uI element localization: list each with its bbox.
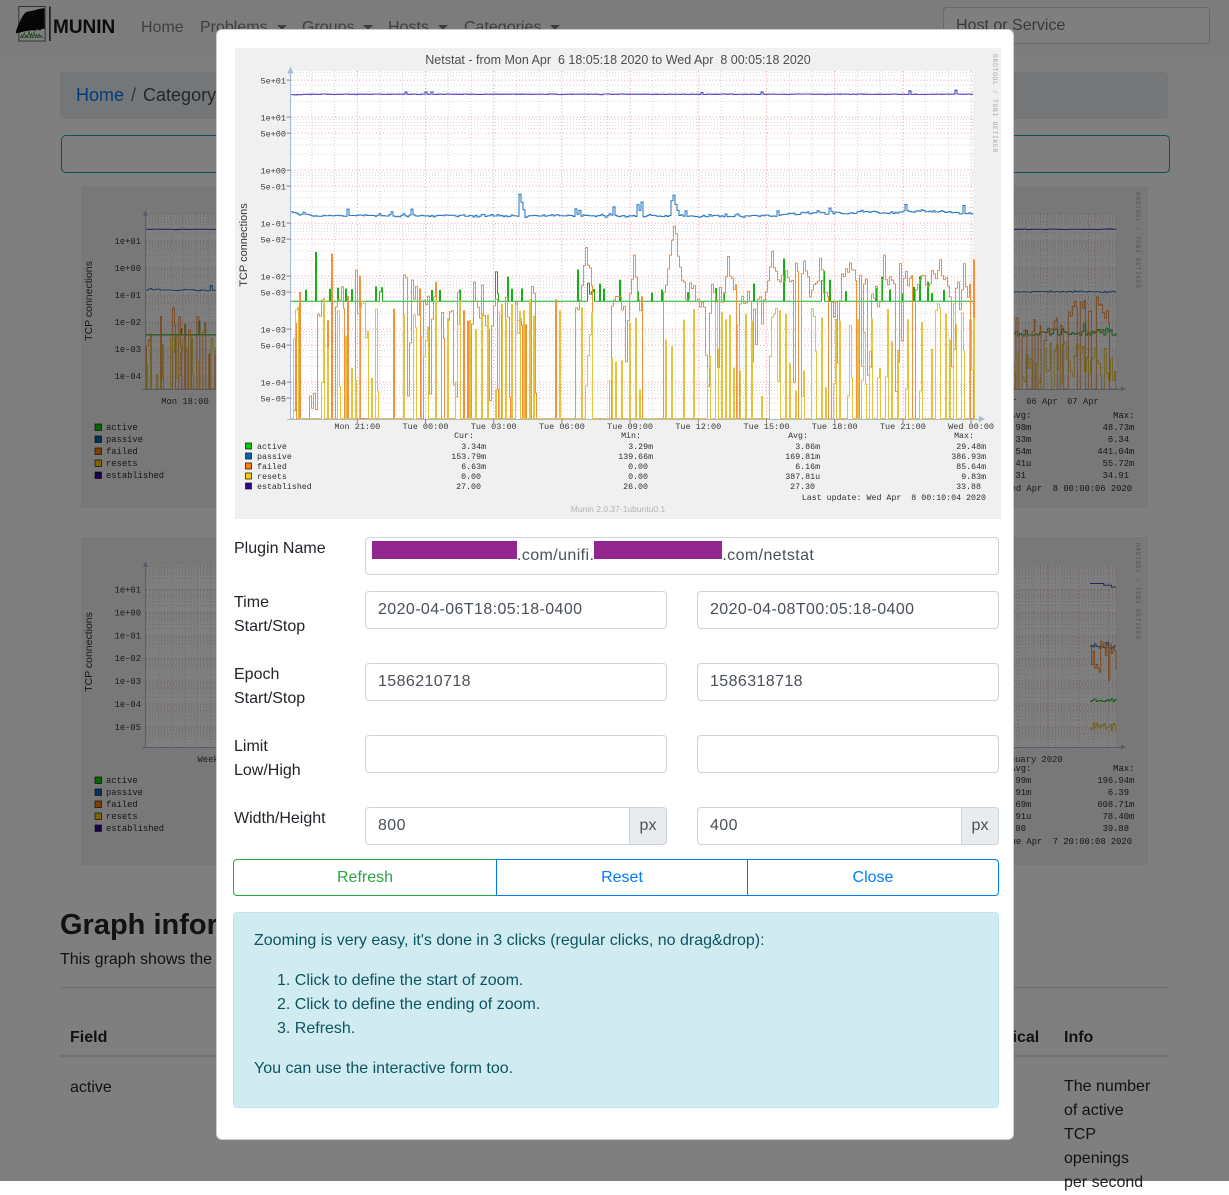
svg-text:169.81m: 169.81m (785, 453, 820, 462)
svg-text:1e+00: 1e+00 (260, 166, 286, 176)
svg-text:resets: resets (257, 473, 287, 482)
svg-text:5e-01: 5e-01 (260, 182, 286, 192)
svg-text:85.64m: 85.64m (956, 463, 986, 472)
svg-text:Max:: Max: (954, 432, 974, 441)
svg-text:5e-05: 5e-05 (260, 394, 286, 404)
svg-text:Tue 18:00: Tue 18:00 (812, 422, 858, 432)
svg-text:5e-04: 5e-04 (260, 341, 286, 351)
svg-text:33.88: 33.88 (956, 483, 981, 492)
svg-text:Tue 06:00: Tue 06:00 (539, 422, 585, 432)
svg-text:0.00: 0.00 (628, 473, 648, 482)
svg-text:27.00: 27.00 (456, 483, 481, 492)
svg-text:3.86m: 3.86m (795, 443, 820, 452)
svg-text:Wed 00:00: Wed 00:00 (948, 422, 994, 432)
svg-text:5e+00: 5e+00 (260, 129, 286, 139)
svg-text:0.00: 0.00 (461, 473, 481, 482)
svg-text:Mon 21:00: Mon 21:00 (334, 422, 380, 432)
svg-text:Min:: Min: (621, 431, 641, 441)
svg-text:Munin 2.0.37-1ubuntu0.1: Munin 2.0.37-1ubuntu0.1 (571, 504, 666, 514)
svg-text:established: established (257, 482, 312, 492)
svg-text:386.93m: 386.93m (951, 453, 986, 462)
svg-text:RRDTOOL / TOBI OETIKER: RRDTOOL / TOBI OETIKER (991, 54, 998, 153)
svg-text:Tue 15:00: Tue 15:00 (744, 422, 790, 432)
svg-text:6.63m: 6.63m (461, 463, 486, 472)
svg-text:1e-03: 1e-03 (260, 325, 286, 335)
svg-text:139.66m: 139.66m (618, 453, 653, 462)
svg-text:9.83m: 9.83m (961, 473, 986, 482)
svg-text:failed: failed (257, 462, 287, 472)
svg-text:active: active (257, 442, 287, 452)
svg-text:5e-03: 5e-03 (260, 288, 286, 298)
svg-text:1e-01: 1e-01 (260, 219, 286, 229)
svg-text:Tue 09:00: Tue 09:00 (607, 422, 653, 432)
svg-text:0.00: 0.00 (628, 463, 648, 472)
svg-text:Tue 12:00: Tue 12:00 (675, 422, 721, 432)
svg-text:6.16m: 6.16m (795, 463, 820, 472)
svg-text:5e+01: 5e+01 (260, 76, 286, 86)
svg-text:Tue 21:00: Tue 21:00 (880, 422, 926, 432)
svg-text:3.34m: 3.34m (461, 443, 486, 452)
svg-text:Tue 00:00: Tue 00:00 (403, 422, 449, 432)
svg-text:153.79m: 153.79m (451, 453, 486, 462)
svg-text:1e-04: 1e-04 (260, 378, 286, 388)
svg-text:29.48m: 29.48m (956, 443, 986, 452)
svg-text:27.30: 27.30 (790, 483, 815, 492)
svg-text:Tue 03:00: Tue 03:00 (471, 422, 517, 432)
svg-text:passive: passive (257, 452, 292, 462)
svg-text:Avg:: Avg: (788, 432, 808, 441)
svg-text:Last update: Wed Apr 8 00:10:: Last update: Wed Apr 8 00:10:04 2020 (802, 493, 986, 503)
svg-text:Netstat - from Mon Apr 6 18:0: Netstat - from Mon Apr 6 18:05:18 2020 t… (425, 53, 810, 67)
svg-text:TCP connections: TCP connections (238, 203, 250, 287)
svg-text:26.00: 26.00 (623, 483, 648, 492)
svg-text:3.29m: 3.29m (628, 443, 653, 452)
svg-text:387.81u: 387.81u (785, 473, 820, 482)
svg-text:1e-02: 1e-02 (260, 272, 286, 282)
svg-text:1e+01: 1e+01 (260, 113, 286, 123)
svg-text:5e-02: 5e-02 (260, 235, 286, 245)
svg-text:Cur:: Cur: (454, 432, 474, 441)
